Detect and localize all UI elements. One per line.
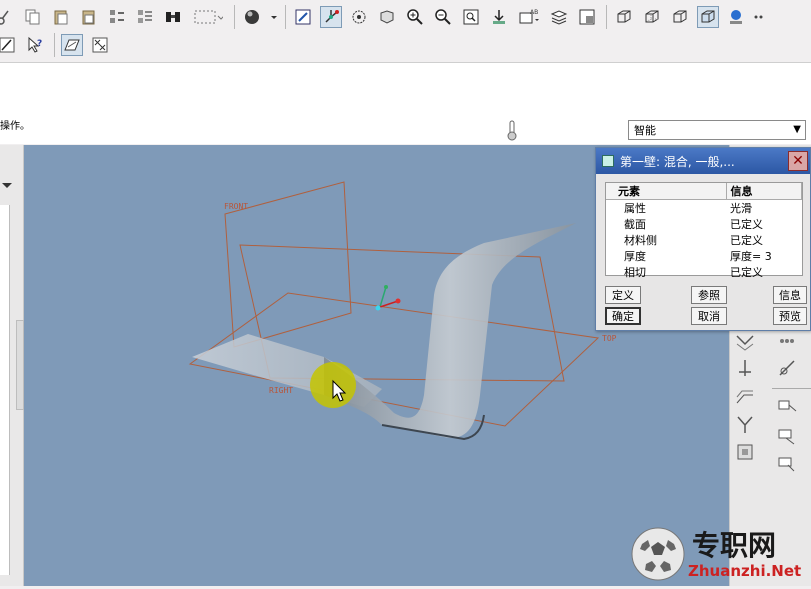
element-info: 光滑	[730, 202, 752, 215]
table-row[interactable]: 相切 已定义	[606, 264, 802, 280]
toolbar-separator	[54, 33, 55, 57]
solidify-icon[interactable]	[734, 441, 756, 463]
thicken-icon[interactable]	[776, 425, 798, 447]
find-icon[interactable]	[162, 6, 184, 28]
view-manager-icon[interactable]	[576, 6, 598, 28]
front-datum-label: FRONT	[224, 202, 248, 211]
shaded-icon[interactable]	[697, 6, 719, 28]
element-name: 属性	[624, 202, 646, 215]
orient-icon[interactable]	[292, 6, 314, 28]
element-info: 已定义	[730, 266, 763, 279]
close-icon[interactable]: ✕	[788, 151, 808, 171]
dialog-app-icon	[602, 155, 614, 167]
context-help-icon[interactable]: ?	[24, 34, 46, 56]
datum-display-icon[interactable]	[348, 6, 370, 28]
layers-icon[interactable]	[548, 6, 570, 28]
delete-datum-icon[interactable]	[89, 34, 111, 56]
no-hidden-icon[interactable]	[669, 6, 691, 28]
datum-plane-icon[interactable]	[61, 34, 83, 56]
wireframe-icon[interactable]	[613, 6, 635, 28]
column-header-info[interactable]: 信息	[726, 183, 802, 200]
soccer-ball-logo	[631, 527, 685, 581]
regenerate-icon[interactable]	[106, 6, 128, 28]
toolbar-separator	[606, 5, 607, 29]
saved-views-icon[interactable]: AB	[516, 6, 542, 28]
spin-center-icon[interactable]	[320, 6, 342, 28]
mirror-icon[interactable]	[734, 330, 756, 352]
references-button[interactable]: 参照	[691, 286, 727, 304]
shading-sphere-icon[interactable]	[241, 6, 263, 28]
element-name: 材料侧	[624, 234, 657, 247]
datum-axis-icon[interactable]	[734, 357, 756, 379]
status-message: 操作。	[0, 121, 30, 132]
left-panel-strip	[0, 145, 24, 586]
pattern-icon[interactable]	[776, 330, 798, 352]
toolbar-separator	[234, 5, 235, 29]
redraw-icon[interactable]	[376, 6, 398, 28]
svg-text:?: ?	[37, 39, 42, 49]
sketch-icon[interactable]	[0, 34, 18, 56]
table-row[interactable]: 截面 已定义	[606, 216, 802, 232]
regen-manager-icon[interactable]	[134, 6, 156, 28]
paste-special-icon[interactable]	[78, 6, 100, 28]
paste-icon[interactable]	[50, 6, 72, 28]
selection-filter-dropdown[interactable]: 智能 ▼	[628, 120, 806, 140]
cancel-button[interactable]: 取消	[691, 307, 727, 325]
extend-icon[interactable]	[776, 395, 798, 417]
element-info: 已定义	[730, 218, 763, 231]
table-row[interactable]: 材料侧 已定义	[606, 232, 802, 248]
cut-icon[interactable]	[0, 6, 16, 28]
element-info: 已定义	[730, 234, 763, 247]
watermark: 专职网 Zhuanzhi.Net	[626, 520, 811, 586]
element-name: 截面	[624, 218, 646, 231]
splitter-handle[interactable]	[16, 320, 24, 410]
zoom-out-icon[interactable]	[432, 6, 454, 28]
watermark-text-en: Zhuanzhi.Net	[688, 562, 802, 580]
hidden-line-icon[interactable]	[641, 6, 663, 28]
chevron-down-icon[interactable]	[0, 180, 14, 190]
watermark-text-cn: 专职网	[692, 529, 777, 562]
coordinate-system-icon	[375, 285, 401, 311]
define-button[interactable]: 定义	[605, 286, 641, 304]
selection-filter-value: 智能	[634, 124, 656, 137]
element-name: 厚度	[624, 250, 646, 263]
feature-definition-dialog: 第一壁: 混合, 一般,... ✕ 元素 信息 属性 光滑 截面 已定义 材料侧 已定…	[595, 147, 811, 331]
column-header-element[interactable]: 元素	[606, 183, 727, 200]
model-tree-panel-edge	[0, 205, 10, 575]
preview-button[interactable]: 预览	[773, 307, 807, 325]
select-box-icon[interactable]	[190, 6, 226, 28]
element-info: 厚度= 3	[730, 250, 772, 263]
right-datum-label: RIGHT	[269, 386, 293, 395]
info-button[interactable]: 信息	[773, 286, 807, 304]
dialog-title: 第一壁: 混合, 一般,...	[620, 154, 735, 169]
element-name: 相切	[624, 266, 646, 279]
chevron-down-icon[interactable]	[269, 6, 279, 28]
dialog-titlebar[interactable]: 第一壁: 混合, 一般,... ✕	[596, 148, 810, 174]
blend-wall-surface[interactable]	[324, 223, 576, 438]
main-toolbar: AB	[0, 2, 811, 32]
top-datum-label: TOP	[602, 334, 617, 343]
more-icon[interactable]	[753, 6, 765, 28]
ok-button[interactable]: 确定	[605, 307, 641, 325]
offset-icon[interactable]	[734, 385, 756, 407]
zoom-in-icon[interactable]	[404, 6, 426, 28]
svg-text:AB: AB	[530, 9, 538, 16]
merge-icon[interactable]	[734, 413, 756, 435]
table-row[interactable]: 属性 光滑	[606, 200, 802, 217]
chevron-down-icon: ▼	[793, 124, 801, 135]
elements-table: 元素 信息 属性 光滑 截面 已定义 材料侧 已定义 厚度 厚度= 3 相切 已定义	[605, 182, 803, 279]
trim-icon[interactable]	[776, 357, 798, 379]
model-tree-icon[interactable]	[725, 6, 747, 28]
toolbar-separator	[285, 5, 286, 29]
secondary-toolbar: ?	[0, 30, 811, 60]
copy-icon[interactable]	[22, 6, 44, 28]
thermometer-icon[interactable]	[505, 119, 519, 141]
refit-icon[interactable]	[460, 6, 482, 28]
intersect-icon[interactable]	[776, 453, 798, 475]
reorient-icon[interactable]	[488, 6, 510, 28]
table-row[interactable]: 厚度 厚度= 3	[606, 248, 802, 264]
toolbar-separator	[772, 388, 811, 389]
